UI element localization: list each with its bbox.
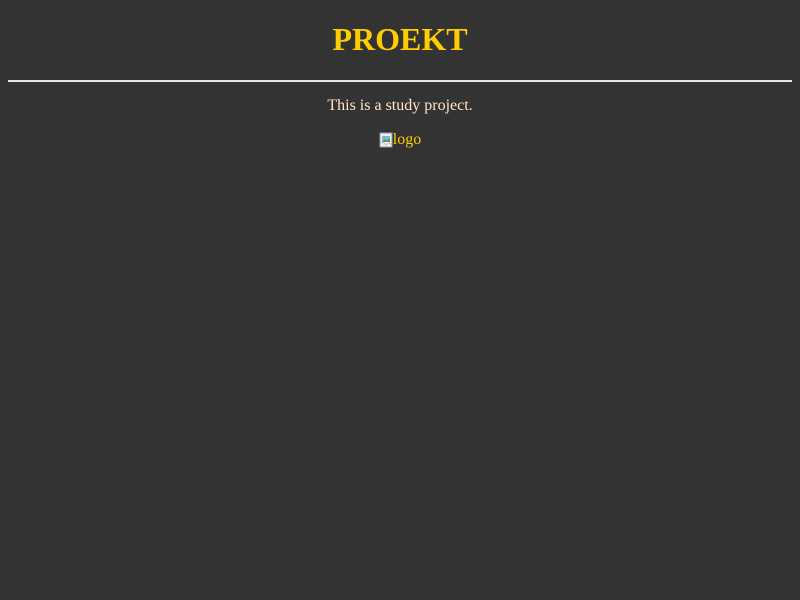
project-description: This is a study project. — [327, 97, 473, 114]
divider — [8, 80, 792, 82]
logo-alt-text: logo — [392, 131, 422, 148]
logo-container: logo — [8, 131, 792, 149]
page: PROEKT This is a study project. logo — [0, 0, 800, 600]
broken-image-icon — [379, 132, 393, 148]
page-title: PROEKT — [332, 21, 468, 57]
logo-image: logo — [379, 131, 421, 149]
